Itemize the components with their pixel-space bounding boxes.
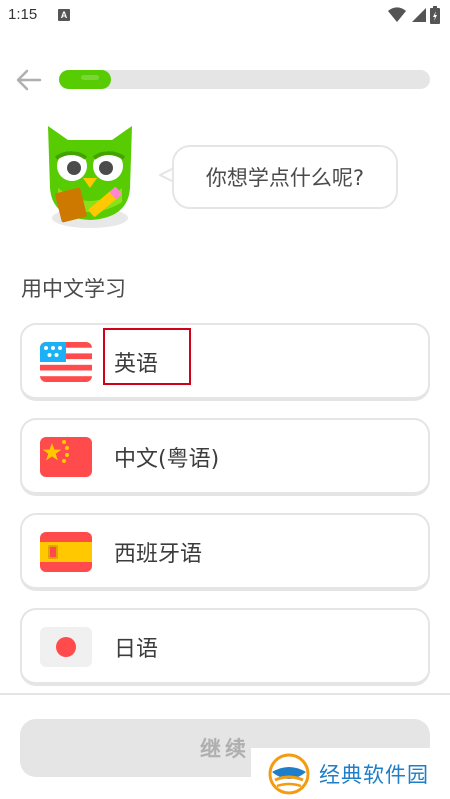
- battery-icon: [430, 6, 440, 24]
- wifi-icon: [388, 7, 406, 23]
- language-option-japanese[interactable]: 日语: [20, 608, 430, 686]
- owl-mascot-icon: [40, 118, 140, 230]
- signal-icon: [412, 8, 426, 22]
- progress-bar-fill: [59, 70, 111, 89]
- language-option-english[interactable]: 英语: [20, 323, 430, 401]
- us-flag-icon: [40, 342, 92, 382]
- status-bar: 1:15 A: [0, 0, 450, 32]
- language-option-spanish[interactable]: 西班牙语: [20, 513, 430, 591]
- option-label: 英语: [114, 352, 159, 377]
- progress-bar: [59, 70, 430, 89]
- speech-bubble: 你想学点什么呢?: [172, 145, 398, 209]
- option-label: 日语: [114, 637, 159, 662]
- back-button[interactable]: [14, 65, 44, 95]
- notification-icon: A: [58, 9, 70, 21]
- china-flag-icon: [40, 437, 92, 477]
- option-label: 西班牙语: [114, 542, 203, 567]
- footer-divider: [0, 693, 450, 695]
- japan-flag-icon: [40, 627, 92, 667]
- watermark-text: 经典软件园: [319, 762, 429, 787]
- watermark: 经典软件园: [251, 748, 450, 799]
- status-time: 1:15: [8, 6, 38, 23]
- section-title: 用中文学习: [21, 277, 126, 301]
- language-option-cantonese[interactable]: 中文(粤语): [20, 418, 430, 496]
- speech-bubble-text: 你想学点什么呢?: [205, 166, 365, 190]
- spain-flag-icon: [40, 532, 92, 572]
- progress-shine: [81, 75, 99, 80]
- watermark-logo-icon: [268, 753, 310, 794]
- option-label: 中文(粤语): [114, 447, 220, 472]
- arrow-left-icon: [16, 69, 42, 91]
- status-indicators: [388, 6, 440, 24]
